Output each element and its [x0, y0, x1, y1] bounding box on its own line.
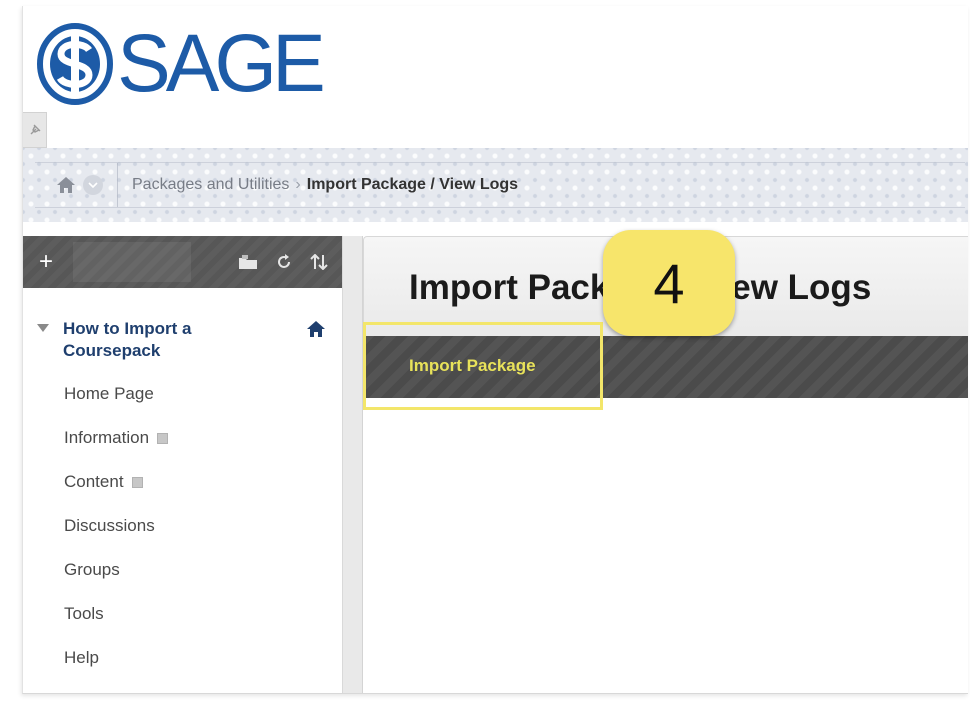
folder-view-icon[interactable]: [238, 254, 258, 270]
breadcrumb-current: Import Package / View Logs: [306, 176, 519, 193]
menu-item-help[interactable]: Help: [23, 636, 342, 680]
breadcrumb-separator: ›: [295, 176, 301, 193]
collapse-triangle-icon[interactable]: [37, 324, 49, 332]
menu-item-discussions[interactable]: Discussions: [23, 504, 342, 548]
menu-item-groups[interactable]: Groups: [23, 548, 342, 592]
breadcrumb-home[interactable]: [35, 163, 118, 207]
course-menu-toolbar: +: [23, 236, 342, 288]
breadcrumb: Packages and Utilities › Import Package …: [35, 162, 965, 208]
chevron-down-icon[interactable]: [83, 175, 103, 195]
brand-name: SAGE: [117, 18, 326, 109]
course-title-row[interactable]: How to Import a Coursepack: [23, 288, 342, 362]
refresh-icon[interactable]: [276, 254, 292, 270]
menu-item-home-page[interactable]: Home Page: [23, 372, 342, 416]
content-badge-icon: [157, 432, 169, 444]
step-badge: 4: [603, 230, 735, 336]
add-menu-item-button[interactable]: +: [33, 248, 59, 276]
menu-item-content[interactable]: Content: [23, 460, 342, 504]
menu-item-information[interactable]: Information: [23, 416, 342, 460]
menu-item-tools[interactable]: Tools: [23, 592, 342, 636]
toolbar-icons: [238, 254, 328, 270]
toolbar-spacer: [73, 242, 191, 282]
sidebar-resize-handle[interactable]: [343, 236, 363, 693]
highlight-box: [363, 322, 603, 410]
app-window: SAGE Packages and Utilities › Import Pac…: [22, 6, 968, 694]
pin-tab[interactable]: [23, 112, 47, 148]
brand-logo: SAGE: [37, 16, 326, 112]
main-content: Import Package / View Logs Import Packag…: [363, 230, 968, 693]
reorder-icon[interactable]: [310, 254, 328, 270]
course-title[interactable]: How to Import a Coursepack: [63, 318, 263, 362]
breadcrumb-bar: Packages and Utilities › Import Package …: [23, 148, 968, 222]
course-menu-list: Home Page Information Content Discussion…: [23, 372, 342, 680]
home-icon: [57, 177, 75, 193]
content-badge-icon: [131, 476, 143, 488]
course-home-icon[interactable]: [306, 320, 326, 338]
course-menu: + How to Import a Coursepack Home Page I…: [23, 236, 343, 693]
sage-logo-icon: [37, 23, 113, 105]
pin-icon: [30, 124, 40, 135]
breadcrumb-link-packages[interactable]: Packages and Utilities: [132, 176, 289, 194]
